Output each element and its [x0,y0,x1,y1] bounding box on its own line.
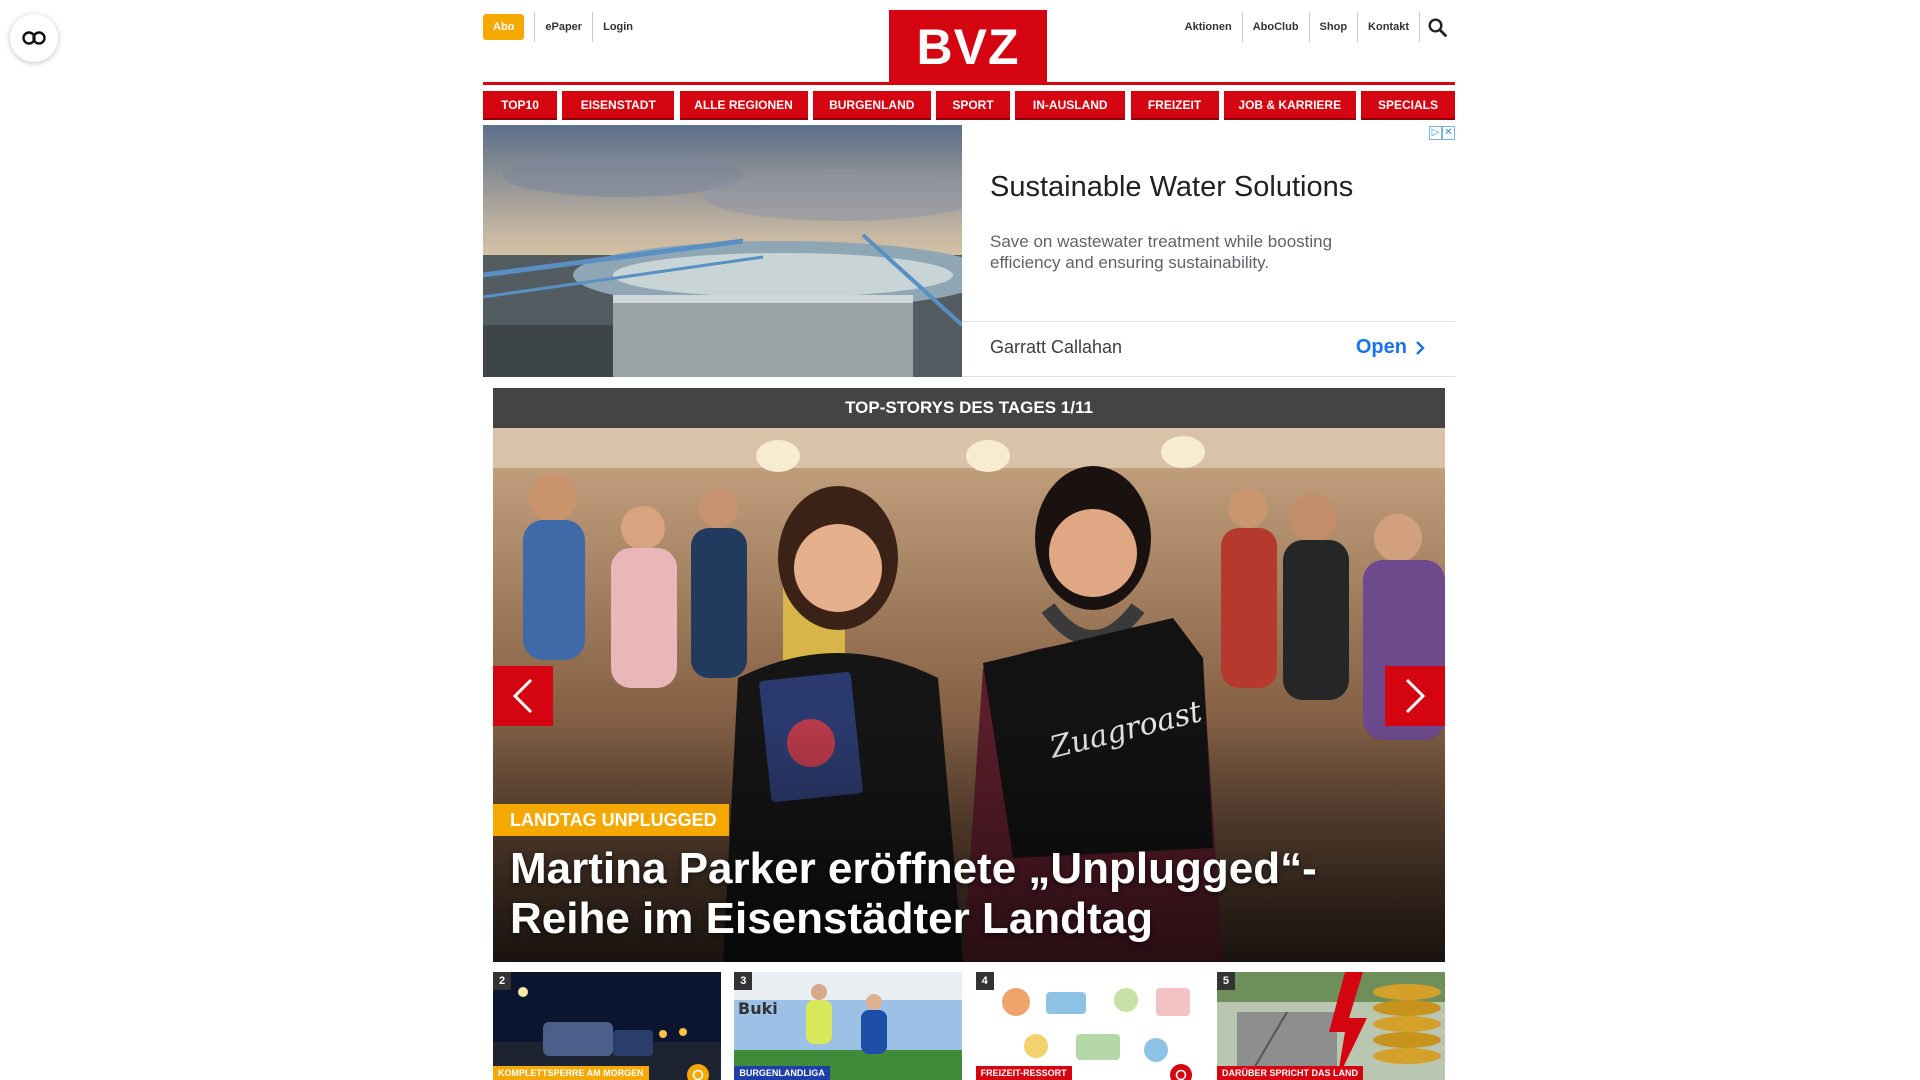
nav-item-burgenland[interactable]: BURGENLAND [812,91,931,120]
search-button[interactable] [1419,12,1455,42]
advertisement[interactable]: ▷ ✕ Sustainable Water Solutions Save on … [483,125,1455,377]
teaser-image [975,972,1204,1080]
nav-item-specials[interactable]: SPECIALS [1361,91,1455,120]
story-teaser[interactable]: 2 KOMPLETTSPERRE AM MORGEN [493,972,721,1080]
teaser-label: DARÜBER SPRICHT DAS LAND [1216,1066,1363,1080]
hero-next-button[interactable] [1385,666,1445,726]
teaser-label: KOMPLETTSPERRE AM MORGEN [493,1066,649,1080]
top-left-links: Abo ePaper Login [483,12,643,42]
hero-prev-button[interactable] [493,666,553,726]
page-container: Abo ePaper Login BVZ Aktionen AboClub Sh… [483,0,1455,1080]
ad-divider [962,321,1455,322]
teaser-image [1216,972,1445,1080]
search-icon [1428,17,1447,37]
nav-item-eisenstadt[interactable]: EISENSTADT [562,91,675,120]
ad-info-icon[interactable]: ▷ [1429,126,1442,140]
epaper-link[interactable]: ePaper [534,12,592,42]
site-header: Abo ePaper Login BVZ Aktionen AboClub Sh… [483,0,1455,85]
nav-item-alle-regionen[interactable]: ALLE REGIONEN [679,91,808,120]
main-navigation: TOP10 EISENSTADT ALLE REGIONEN BURGENLAN… [483,91,1455,120]
top-stories-header: TOP-STORYS DES TAGES 1/11 [493,388,1445,428]
svg-text:Buki: Buki [738,999,778,1018]
story-teaser[interactable]: 5 DARÜBER SPRICHT DAS LAND [1216,972,1445,1080]
plus-badge-icon [1169,1064,1192,1080]
aktionen-link[interactable]: Aktionen [1175,12,1242,42]
aboclub-link[interactable]: AboClub [1241,12,1309,42]
chevron-left-icon [512,678,533,714]
ad-choices-badge[interactable]: ▷ ✕ [1429,126,1455,140]
ad-title[interactable]: Sustainable Water Solutions [990,171,1353,204]
ad-close-icon[interactable]: ✕ [1442,126,1455,140]
abo-button[interactable]: Abo [483,14,525,40]
kontakt-link[interactable]: Kontakt [1357,12,1419,42]
top-right-links: Aktionen AboClub Shop Kontakt [1175,12,1455,42]
plus-badge-icon [687,1064,709,1080]
teaser-number: 2 [493,972,511,990]
login-link[interactable]: Login [592,12,643,42]
chevron-right-icon [1416,340,1425,355]
ad-description[interactable]: Save on wastewater treatment while boost… [990,231,1390,273]
nav-item-freizeit[interactable]: FREIZEIT [1130,91,1219,120]
story-teaser[interactable]: Buki 3 BURGENLANDLIGA [734,972,963,1080]
teaser-number: 5 [1216,972,1235,990]
hero-story[interactable]: Zuagroast LANDTAG UNPLUGGED Martina Park… [493,428,1445,962]
chevron-right-icon [1405,678,1426,714]
teaser-label: BURGENLANDLIGA [734,1066,830,1080]
extension-icon-button[interactable] [10,14,58,62]
teaser-number: 4 [975,972,994,990]
shop-link[interactable]: Shop [1308,12,1358,42]
teaser-image [493,972,721,1080]
story-teaser-row: 2 KOMPLETTSPERRE AM MORGEN Buki 3 BURGEN… [493,972,1445,1080]
header-divider [483,82,1455,85]
site-logo[interactable]: BVZ [889,10,1047,84]
hero-kicker[interactable]: LANDTAG UNPLUGGED [493,804,729,836]
teaser-label: FREIZEIT-RESSORT [975,1066,1072,1080]
nav-item-top10[interactable]: TOP10 [483,91,557,120]
teaser-image: Buki [734,972,963,1080]
teaser-number: 3 [734,972,753,990]
hero-headline[interactable]: Martina Parker eröffnete „Unplugged“-Rei… [510,844,1410,944]
ad-advertiser[interactable]: Garratt Callahan [990,337,1122,358]
ad-open-label: Open [1355,336,1407,358]
story-teaser[interactable]: 4 FREIZEIT-RESSORT [975,972,1204,1080]
ad-image[interactable] [483,125,962,377]
ad-open-button[interactable]: Open [1356,336,1425,359]
nav-item-job-karriere[interactable]: JOB & KARRIERE [1223,91,1356,120]
link-icon [22,31,46,45]
nav-item-sport[interactable]: SPORT [936,91,1010,120]
nav-item-in-ausland[interactable]: IN-AUSLAND [1015,91,1126,120]
